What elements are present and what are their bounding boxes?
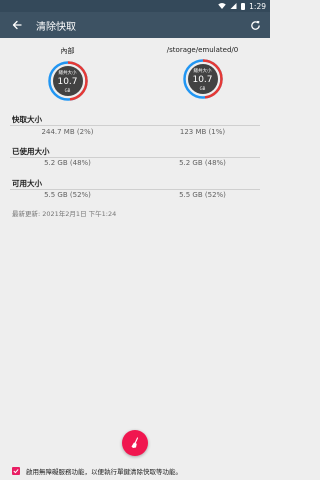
volume-internal: 內部 總共大小 10.7 GB [0,46,135,101]
divider [10,157,260,158]
gauge-value: 10.7 [57,77,78,87]
used-size-internal: 5.2 GB (48%) [44,159,91,167]
refresh-button[interactable] [246,16,264,34]
divider [10,125,260,126]
cache-size-external: 123 MB (1%) [179,128,226,136]
wifi-icon [218,3,226,9]
gauge-unit: GB [199,86,206,91]
page-title: 清除快取 [36,22,76,33]
cache-size-internal: 244.7 MB (2%) [41,128,94,136]
last-updated: 最新更新: 2021年2月1日 下午1:24 [12,210,117,218]
status-bar: 1:29 [0,0,270,12]
status-time: 1:29 [249,1,266,11]
free-size-title: 可用大小 [12,179,42,188]
refresh-icon [250,20,260,30]
used-size-title: 已使用大小 [12,147,50,156]
divider [10,189,260,190]
back-button[interactable] [8,16,26,34]
free-size-internal: 5.5 GB (52%) [44,191,91,199]
clean-cache-button[interactable] [122,430,148,456]
accessibility-option[interactable]: 啟用無障礙服務功能，以便執行單鍵清除快取等功能。 [12,465,262,477]
cache-size-title: 快取大小 [12,115,42,124]
arrow-back-icon [12,20,22,30]
cellular-signal-icon [230,3,237,9]
volume-name: 內部 [60,47,75,55]
storage-gauge: 總共大小 10.7 GB [182,59,223,99]
used-size-external: 5.2 GB (48%) [179,159,226,167]
gauge-unit: GB [64,88,71,93]
volume-name: /storage/emulated/0 [166,46,239,54]
gauge-value: 10.7 [192,75,213,85]
checkmark-icon [13,469,19,474]
app-bar: 清除快取 [0,12,270,38]
storage-gauge: 總共大小 10.7 GB [47,61,88,101]
broom-icon [131,437,139,448]
gauge-label: 總共大小 [193,69,212,74]
battery-icon [241,2,246,10]
free-size-external: 5.5 GB (52%) [179,191,226,199]
accessibility-label: 啟用無障礙服務功能，以便執行單鍵清除快取等功能。 [26,468,182,476]
accessibility-checkbox[interactable] [12,467,20,475]
volume-external: /storage/emulated/0 總共大小 10.7 GB [135,46,270,99]
gauge-label: 總共大小 [58,71,77,76]
